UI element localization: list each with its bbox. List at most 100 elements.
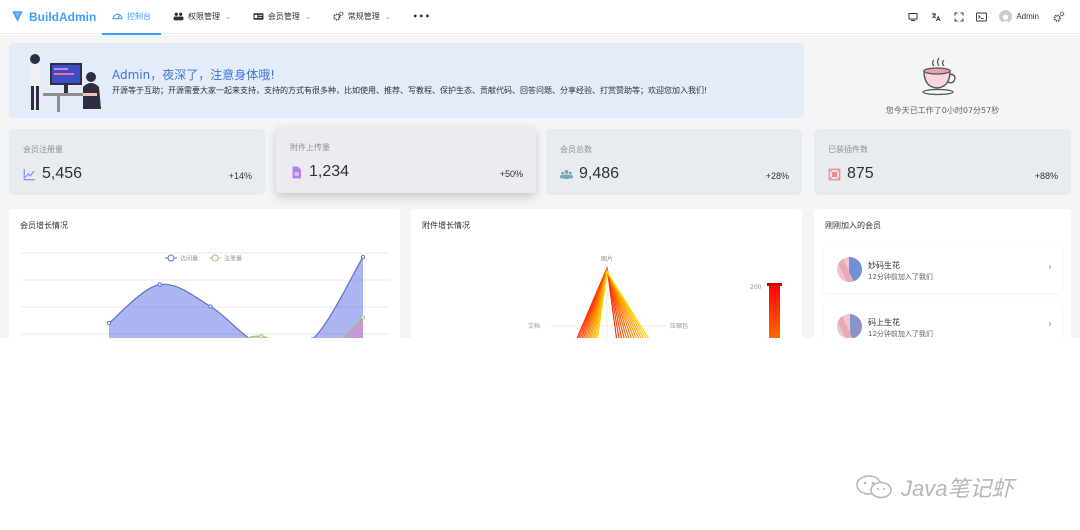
file-icon xyxy=(292,166,302,178)
chevron-down-icon: ⌄ xyxy=(225,12,231,21)
stat-label: 附件上传量 xyxy=(290,143,330,152)
radar-label-documents: 文档 xyxy=(528,322,540,330)
stat-card-attachment-uploads: 附件上传量 1,234 +50% xyxy=(276,127,536,193)
nav-members-label: 会员管理 xyxy=(267,12,300,21)
stat-value: 9,486 xyxy=(579,165,620,182)
panel-title: 刚刚加入的会员 xyxy=(825,221,881,230)
member-growth-panel: 会员增长情况 访问量 注册量 xyxy=(9,209,400,338)
plugin-icon xyxy=(828,168,841,180)
attachment-growth-panel: 附件增长情况 图片 文档 压缩包 200 xyxy=(411,209,802,338)
fullscreen-icon xyxy=(954,12,964,21)
monitor-icon xyxy=(908,12,918,21)
stat-label: 已装插件数 xyxy=(828,145,868,154)
logo[interactable]: BuildAdmin xyxy=(0,10,102,24)
data-point[interactable] xyxy=(208,304,213,309)
watermark-text: Java笔记虾 xyxy=(901,476,1014,501)
avatar xyxy=(837,257,862,282)
member-name: 码上生花 xyxy=(868,318,900,327)
fullscreen-button[interactable] xyxy=(947,12,970,22)
avatar xyxy=(999,10,1013,23)
frontend-button[interactable] xyxy=(901,12,924,22)
top-navbar: BuildAdmin 控制台 权限管理 ⌄ 会员管理 ⌄ 常规管理 ⌄ ••• … xyxy=(0,0,1080,35)
member-avatar-image xyxy=(837,257,862,282)
legend-marker-registrations xyxy=(211,254,219,262)
legend-label-registrations[interactable]: 注册量 xyxy=(224,255,242,263)
member-join-time: 12分钟前加入了我们 xyxy=(868,330,933,338)
settings-button[interactable] xyxy=(1047,11,1070,23)
nav-permissions-label: 权限管理 xyxy=(188,12,220,21)
user-menu[interactable]: Admin xyxy=(999,10,1039,23)
stat-value: 1,234 xyxy=(309,163,350,180)
user-group-icon xyxy=(173,12,184,21)
user-name: Admin xyxy=(1016,12,1039,21)
stat-change: +88% xyxy=(1034,171,1058,181)
language-button[interactable] xyxy=(924,12,947,22)
blank-area: Java笔记虾 xyxy=(0,338,1080,530)
line-chart-icon xyxy=(23,168,35,180)
chart-series xyxy=(106,254,366,338)
nav-members[interactable]: 会员管理 ⌄ xyxy=(243,0,321,34)
radar-series xyxy=(576,265,649,338)
cogs-icon xyxy=(1053,11,1064,22)
stat-value-wrapper: 875 xyxy=(828,165,874,183)
chevron-down-icon: ⌄ xyxy=(304,12,311,21)
stat-label: 会员注册量 xyxy=(23,145,63,154)
stat-value: 875 xyxy=(847,165,874,182)
id-card-icon xyxy=(253,13,264,20)
member-avatar-image xyxy=(837,314,862,338)
data-point[interactable] xyxy=(360,315,366,320)
terminal-icon xyxy=(976,12,988,21)
wechat-icon xyxy=(856,475,892,499)
nav-general-label: 常规管理 xyxy=(347,12,380,21)
nav-permissions[interactable]: 权限管理 ⌄ xyxy=(163,0,241,34)
new-members-panel: 刚刚加入的会员 妙码生花 12分钟前加入了我们 › 码上生花 12分钟前加入了我… xyxy=(814,209,1071,338)
attachment-radar-chart: 图片 文档 压缩包 200 xyxy=(528,255,782,338)
series-area-visits xyxy=(109,257,363,338)
member-name: 妙码生花 xyxy=(868,261,900,270)
right-toolbar: Admin xyxy=(901,0,1080,34)
member-list-item[interactable]: 码上生花 12分钟前加入了我们 › xyxy=(824,303,1062,338)
legend: 访问量 注册量 xyxy=(165,254,242,263)
visual-map-handle[interactable] xyxy=(767,283,782,286)
user-avatar-icon xyxy=(1001,14,1010,23)
radar-label-archives: 压缩包 xyxy=(670,322,688,330)
main-nav: 控制台 权限管理 ⌄ 会员管理 ⌄ 常规管理 ⌄ ••• xyxy=(102,0,443,35)
member-growth-chart: 访问量 注册量 xyxy=(21,252,389,338)
welcome-banner: Admin，夜深了，注意身体哦! 开源等于互助；开源需要大家一起来支持，支持的方… xyxy=(9,43,804,118)
nav-more[interactable]: ••• xyxy=(403,0,441,34)
visual-map-max-label: 200 xyxy=(750,284,762,291)
nav-dashboard-label: 控制台 xyxy=(127,12,151,21)
nav-dashboard[interactable]: 控制台 xyxy=(102,0,161,35)
data-point[interactable] xyxy=(106,320,112,326)
app-root: BuildAdmin 控制台 权限管理 ⌄ 会员管理 ⌄ 常规管理 ⌄ ••• … xyxy=(0,0,1080,530)
coffee-cup-icon xyxy=(922,57,956,96)
data-point[interactable] xyxy=(360,254,366,260)
stat-value: 5,456 xyxy=(42,165,83,182)
watermark: Java笔记虾 xyxy=(855,471,1013,503)
member-join-time: 12分钟前加入了我们 xyxy=(868,273,933,281)
data-point[interactable] xyxy=(157,282,162,287)
panel-title: 会员增长情况 xyxy=(20,221,68,230)
stat-value-wrapper: 9,486 xyxy=(560,165,619,183)
app-title: BuildAdmin xyxy=(29,9,97,24)
member-list-item[interactable]: 妙码生花 12分钟前加入了我们 › xyxy=(824,246,1062,293)
legend-label-visits[interactable]: 访问量 xyxy=(180,255,198,263)
chevron-right-icon: › xyxy=(1048,262,1052,273)
logo-icon xyxy=(12,11,23,22)
nav-general[interactable]: 常规管理 ⌄ xyxy=(323,0,401,34)
work-time-card: 您今天已工作了0小时07分57秒 xyxy=(814,43,1071,118)
terminal-button[interactable] xyxy=(970,12,993,22)
visual-map-bar[interactable] xyxy=(769,284,780,338)
avatar xyxy=(837,314,862,338)
stat-card-installed-plugins: 已装插件数 875 +88% xyxy=(814,129,1071,195)
legend-marker-visits xyxy=(167,254,175,262)
stat-label: 会员总数 xyxy=(560,145,592,154)
stat-change: +50% xyxy=(499,169,523,179)
dashboard-icon xyxy=(112,13,123,20)
stat-card-member-registrations: 会员注册量 5,456 +14% xyxy=(9,129,265,195)
chevron-down-icon: ⌄ xyxy=(384,12,391,21)
more-dots-icon: ••• xyxy=(412,12,431,21)
welcome-illustration xyxy=(30,54,101,112)
stat-value-wrapper: 5,456 xyxy=(23,165,82,183)
panel-title: 附件增长情况 xyxy=(422,221,470,230)
